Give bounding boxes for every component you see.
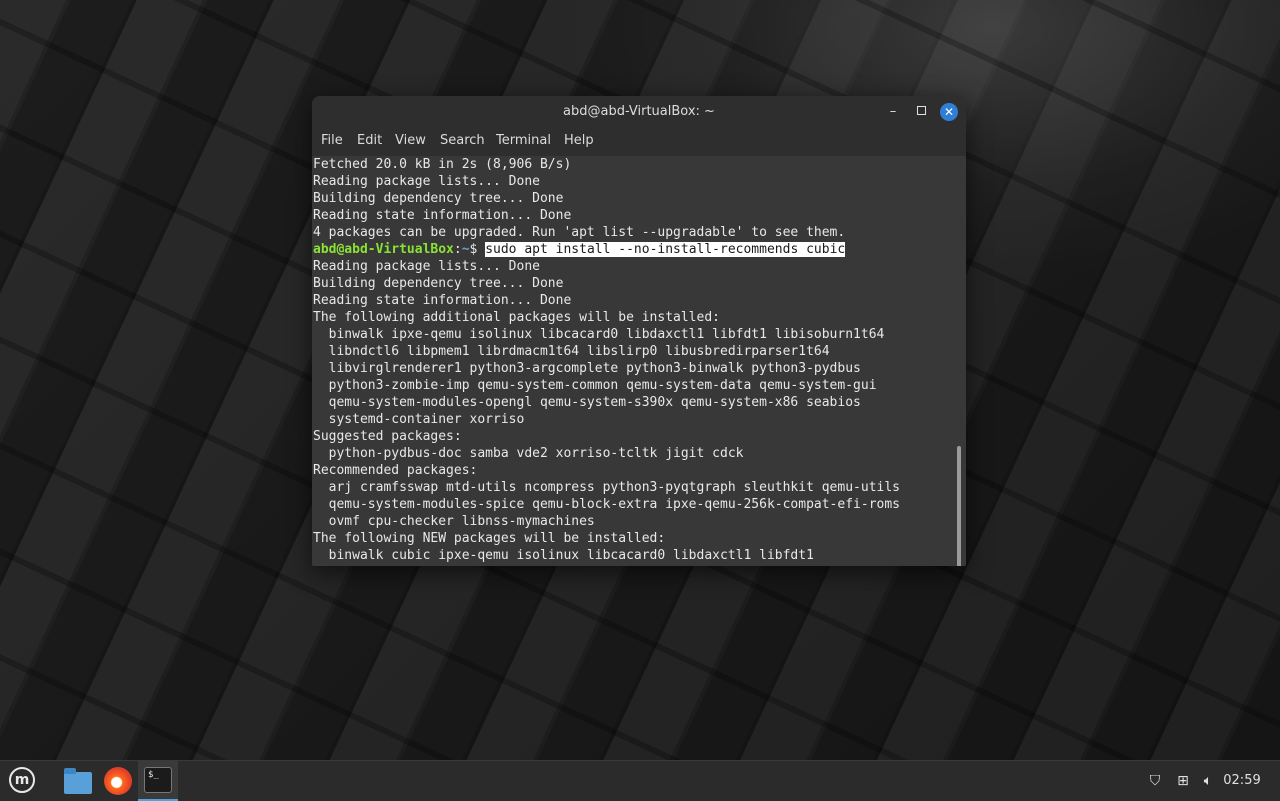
terminal-launcher[interactable]: $_ xyxy=(138,761,178,801)
menu-terminal[interactable]: Terminal xyxy=(495,133,552,148)
files-launcher[interactable] xyxy=(58,761,98,801)
close-button[interactable]: ✕ xyxy=(940,103,958,121)
prompt-symbol: $ xyxy=(469,242,486,257)
clock[interactable]: 02:59 xyxy=(1222,761,1262,801)
terminal-line: libndctl6 libpmem1 librdmacm1t64 libslir… xyxy=(313,344,830,359)
terminal-line: The following NEW packages will be insta… xyxy=(313,531,666,546)
terminal-line: Suggested packages: xyxy=(313,429,462,444)
terminal-line: binwalk ipxe-qemu isolinux libcacard0 li… xyxy=(313,327,885,342)
network-icon[interactable]: ⊞ xyxy=(1172,761,1194,801)
maximize-icon xyxy=(916,106,926,115)
terminal-line: libvirglrenderer1 python3-argcomplete py… xyxy=(313,361,861,376)
start-menu-button[interactable]: m xyxy=(4,761,40,801)
window-title: abd@abd-VirtualBox: ~ xyxy=(563,104,715,119)
firefox-icon xyxy=(104,767,132,795)
taskbar: m $_ ⛉ ⊞ 🔈︎ 02:59 xyxy=(0,760,1280,801)
terminal-line: qemu-system-modules-opengl qemu-system-s… xyxy=(313,395,861,410)
firefox-launcher[interactable] xyxy=(100,761,136,801)
prompt-separator: : xyxy=(453,242,462,257)
menu-view[interactable]: View xyxy=(394,133,427,148)
prompt-path: ~ xyxy=(461,242,470,257)
window-titlebar[interactable]: abd@abd-VirtualBox: ~ – ✕ xyxy=(312,96,966,128)
terminal-line: python-pydbus-doc samba vde2 xorriso-tcl… xyxy=(313,446,744,461)
menu-bar: File Edit View Search Terminal Help xyxy=(312,128,966,156)
terminal-line: 4 packages can be upgraded. Run 'apt lis… xyxy=(313,225,846,240)
terminal-lines: Fetched 20.0 kB in 2s (8,906 B/s) Reading… xyxy=(313,156,900,564)
terminal-line: Reading package lists... Done xyxy=(313,174,540,189)
terminal-line: arj cramfsswap mtd-utils ncompress pytho… xyxy=(313,480,900,495)
command-text[interactable]: sudo apt install --no-install-recommends… xyxy=(485,242,846,257)
terminal-scrollbar[interactable] xyxy=(957,446,961,566)
terminal-line: Recommended packages: xyxy=(313,463,478,478)
terminal-output[interactable]: Fetched 20.0 kB in 2s (8,906 B/s) Reading… xyxy=(312,156,966,566)
minimize-button[interactable]: – xyxy=(884,103,902,121)
terminal-window[interactable]: abd@abd-VirtualBox: ~ – ✕ File Edit View… xyxy=(312,96,966,566)
terminal-line: Reading state information... Done xyxy=(313,293,572,308)
terminal-line: qemu-system-modules-spice qemu-block-ext… xyxy=(313,497,900,512)
terminal-line: Building dependency tree... Done xyxy=(313,276,564,291)
shield-icon[interactable]: ⛉ xyxy=(1144,761,1166,801)
terminal-line: Building dependency tree... Done xyxy=(313,191,564,206)
terminal-line: ovmf cpu-checker libnss-mymachines xyxy=(313,514,595,529)
terminal-line: python3-zombie-imp qemu-system-common qe… xyxy=(313,378,877,393)
files-folder-icon xyxy=(64,768,92,794)
terminal-line: systemd-container xorriso xyxy=(313,412,525,427)
prompt-line: abd@abd-VirtualBox:~$ sudo apt install -… xyxy=(313,241,900,258)
volume-icon[interactable]: 🔈︎ xyxy=(1197,761,1219,801)
prompt-user-host: abd@abd-VirtualBox xyxy=(313,242,454,257)
linux-mint-logo-icon: m xyxy=(9,767,35,793)
menu-help[interactable]: Help xyxy=(563,133,595,148)
terminal-line: The following additional packages will b… xyxy=(313,310,720,325)
menu-file[interactable]: File xyxy=(320,133,344,148)
terminal-line: Fetched 20.0 kB in 2s (8,906 B/s) xyxy=(313,157,572,172)
terminal-line: Reading package lists... Done xyxy=(313,259,540,274)
terminal-line: binwalk cubic ipxe-qemu isolinux libcaca… xyxy=(313,548,814,563)
terminal-line: Reading state information... Done xyxy=(313,208,572,223)
menu-edit[interactable]: Edit xyxy=(356,133,383,148)
maximize-button[interactable] xyxy=(912,103,930,121)
menu-search[interactable]: Search xyxy=(439,133,486,148)
terminal-icon: $_ xyxy=(144,767,172,793)
